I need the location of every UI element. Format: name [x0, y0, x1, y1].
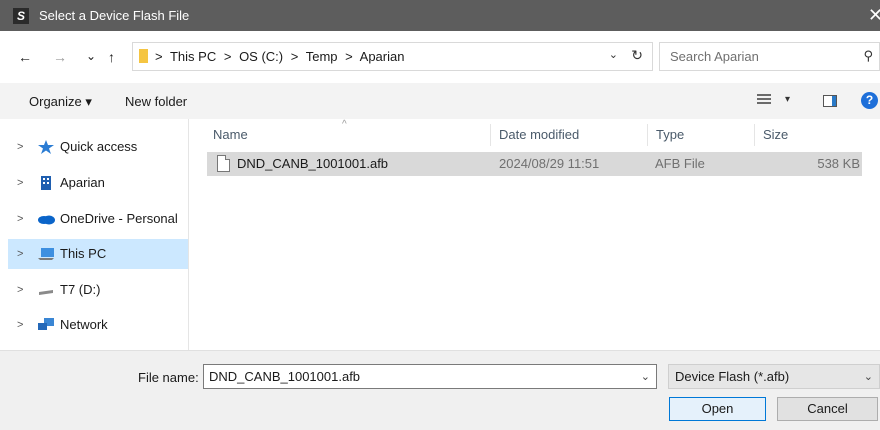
- folder-icon: [139, 49, 148, 63]
- up-arrow-icon[interactable]: ↑: [108, 49, 115, 65]
- network-icon: [37, 318, 55, 332]
- recent-locations-icon[interactable]: ⌄: [86, 48, 96, 64]
- chevron-down-icon[interactable]: ⌄: [641, 370, 650, 383]
- breadcrumb: > This PC > OS (C:) > Temp > Aparian: [155, 49, 408, 64]
- chevron-down-icon[interactable]: ⌄: [609, 48, 618, 61]
- help-icon[interactable]: ?: [861, 92, 878, 109]
- file-name-value[interactable]: DND_CANB_1001001.afb: [209, 369, 360, 384]
- column-header-date-modified[interactable]: Date modified: [490, 124, 646, 146]
- new-folder-button[interactable]: New folder: [125, 94, 187, 109]
- breadcrumb-temp[interactable]: Temp: [306, 49, 338, 64]
- star-icon: [37, 140, 55, 154]
- column-header-name[interactable]: Name: [213, 124, 489, 146]
- breadcrumb-aparian[interactable]: Aparian: [360, 49, 405, 64]
- column-header-size[interactable]: Size: [754, 124, 844, 146]
- drive-icon: [37, 283, 55, 297]
- cloud-icon: [37, 212, 55, 226]
- views-dropdown-icon[interactable]: ▾: [785, 94, 790, 105]
- organize-button[interactable]: Organize ▾: [29, 94, 92, 110]
- file-icon: [217, 155, 230, 172]
- forward-arrow-icon[interactable]: →: [53, 49, 67, 65]
- close-icon[interactable]: ✕: [868, 5, 880, 25]
- file-date-modified: 2024/08/29 11:51: [499, 156, 600, 171]
- refresh-icon[interactable]: ↻: [631, 47, 643, 64]
- file-type-select[interactable]: Device Flash (*.afb) ⌄: [668, 364, 880, 389]
- chevron-right-icon[interactable]: >: [17, 319, 23, 331]
- open-button[interactable]: Open: [669, 397, 766, 421]
- address-row: ← → ⌄ ↑ > This PC > OS (C:) > Temp > Apa…: [0, 31, 880, 83]
- search-input[interactable]: Search Aparian ⚲: [659, 42, 880, 71]
- sidebar-item-aparian[interactable]: > Aparian: [8, 168, 188, 198]
- file-name-label: File name:: [138, 370, 199, 385]
- chevron-right-icon[interactable]: >: [17, 284, 23, 296]
- dialog-footer: File name: DND_CANB_1001001.afb ⌄ Device…: [0, 350, 880, 430]
- sidebar-item-label: Quick access: [60, 139, 138, 154]
- navigation-pane: > Quick access > Aparian > OneDrive - Pe…: [8, 119, 188, 350]
- breadcrumb-separator[interactable]: >: [155, 49, 163, 64]
- file-type: AFB File: [655, 156, 705, 171]
- column-header-type[interactable]: Type: [647, 124, 753, 146]
- file-name-field[interactable]: DND_CANB_1001001.afb ⌄: [203, 364, 657, 389]
- breadcrumb-separator[interactable]: >: [345, 49, 353, 64]
- command-bar: Organize ▾ New folder ▾ ?: [0, 83, 880, 119]
- address-bar[interactable]: > This PC > OS (C:) > Temp > Aparian ⌄ ↻: [132, 42, 653, 71]
- computer-icon: [37, 247, 55, 261]
- sidebar-item-quick-access[interactable]: > Quick access: [8, 132, 188, 162]
- file-type-value: Device Flash (*.afb): [675, 369, 790, 384]
- title-bar: S Select a Device Flash File ✕: [0, 0, 880, 31]
- file-size: 538 KB: [817, 156, 860, 171]
- chevron-down-icon[interactable]: ⌄: [864, 370, 873, 383]
- views-icon[interactable]: [757, 94, 771, 107]
- file-list: ^ Name Date modified Type Size DND_CANB_…: [188, 119, 880, 350]
- building-icon: [37, 176, 55, 190]
- search-icon[interactable]: ⚲: [863, 48, 873, 64]
- chevron-right-icon[interactable]: >: [17, 141, 23, 153]
- sidebar-item-label: This PC: [60, 246, 107, 261]
- file-row[interactable]: DND_CANB_1001001.afb 2024/08/29 11:51 AF…: [207, 152, 862, 176]
- breadcrumb-separator[interactable]: >: [224, 49, 232, 64]
- breadcrumb-separator[interactable]: >: [291, 49, 299, 64]
- sidebar-item-label: Network: [60, 317, 108, 332]
- window-title: Select a Device Flash File: [39, 8, 190, 23]
- cancel-button[interactable]: Cancel: [777, 397, 878, 421]
- search-placeholder: Search Aparian: [670, 49, 759, 64]
- breadcrumb-os-c[interactable]: OS (C:): [239, 49, 283, 64]
- chevron-right-icon[interactable]: >: [17, 177, 23, 189]
- back-arrow-icon[interactable]: ←: [18, 49, 32, 65]
- preview-pane-icon[interactable]: [823, 95, 837, 107]
- breadcrumb-this-pc[interactable]: This PC: [170, 49, 216, 64]
- sidebar-item-this-pc[interactable]: > This PC: [8, 239, 188, 269]
- file-name: DND_CANB_1001001.afb: [237, 156, 389, 171]
- chevron-right-icon[interactable]: >: [17, 248, 23, 260]
- sidebar-item-label: T7 (D:): [60, 282, 101, 297]
- app-icon: S: [13, 8, 29, 24]
- sidebar-item-t7-drive[interactable]: > T7 (D:): [8, 275, 188, 305]
- sidebar-item-label: Aparian: [60, 175, 105, 190]
- sidebar-item-network[interactable]: > Network: [8, 310, 188, 340]
- chevron-right-icon[interactable]: >: [17, 213, 23, 225]
- sidebar-item-label: OneDrive - Personal: [60, 211, 178, 226]
- sidebar-item-onedrive[interactable]: > OneDrive - Personal: [8, 204, 188, 234]
